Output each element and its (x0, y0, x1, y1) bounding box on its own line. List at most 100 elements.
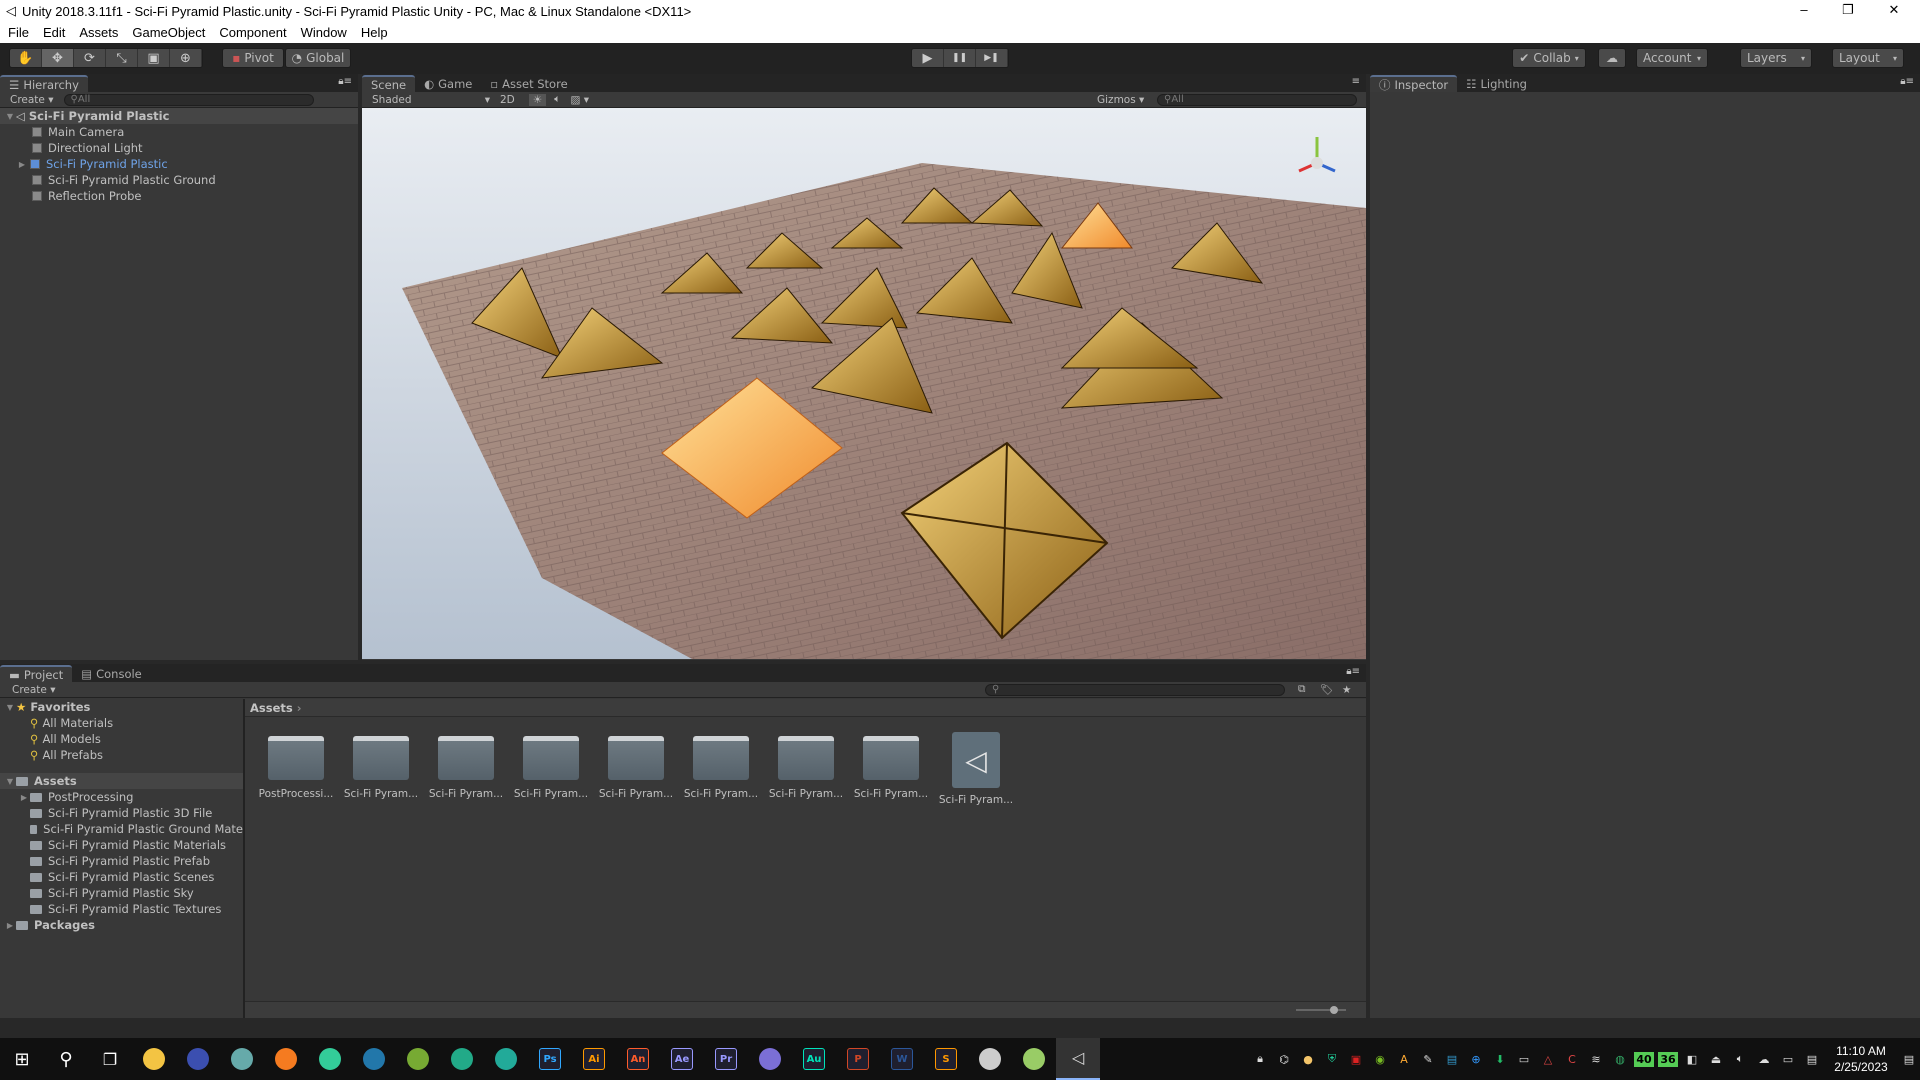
adobe-icon[interactable]: ▣ (1344, 1038, 1368, 1080)
asset-item[interactable]: Sci-Fi Pyram... (513, 736, 589, 800)
menu-help[interactable]: Help (361, 25, 388, 40)
app-icon[interactable]: ✎ (1416, 1038, 1440, 1080)
taskbar-app-illustrator[interactable]: Ai (572, 1038, 616, 1080)
collab-button[interactable]: ✔ Collab ▾ (1512, 48, 1586, 68)
menu-assets[interactable]: Assets (79, 25, 118, 40)
tab-hierarchy[interactable]: ☰ Hierarchy (0, 75, 88, 92)
download-icon[interactable]: ⬇ (1488, 1038, 1512, 1080)
rect-tool-icon[interactable]: ▣ (138, 49, 170, 67)
pause-button[interactable]: ❚❚ (944, 49, 976, 67)
onedrive-icon[interactable]: ☁ (1752, 1038, 1776, 1080)
scale-tool-icon[interactable]: ⤡ (106, 49, 138, 67)
favorite-star-icon[interactable]: ★ (1342, 684, 1351, 696)
expand-arrow-icon[interactable]: ▶ (16, 160, 28, 169)
ccleaner-icon[interactable]: C (1560, 1038, 1584, 1080)
taskbar-app-premiere[interactable]: Pr (704, 1038, 748, 1080)
shading-dropdown[interactable]: Shaded ▾ (372, 94, 490, 106)
create-dropdown[interactable]: Create ▾ (10, 94, 54, 106)
hand-tool-icon[interactable]: ✋ (10, 49, 42, 67)
project-search-input[interactable]: ⚲ (985, 683, 1285, 696)
app-icon[interactable]: ⊕ (1464, 1038, 1488, 1080)
menu-component[interactable]: Component (219, 25, 286, 40)
expand-arrow-icon[interactable]: ▶ (18, 793, 30, 802)
rotate-tool-icon[interactable]: ⟳ (74, 49, 106, 67)
expand-arrow-icon[interactable]: ▶ (4, 921, 16, 930)
taskbar-app-app[interactable] (352, 1038, 396, 1080)
weather-icon[interactable]: ● (1296, 1038, 1320, 1080)
folder-item[interactable]: Sci-Fi Pyramid Plastic 3D File (0, 805, 243, 821)
tab-game[interactable]: ◐ Game (415, 75, 481, 92)
favorite-item[interactable]: ⚲ All Models (0, 731, 243, 747)
taskbar-app-unity[interactable]: ◁ (1056, 1038, 1100, 1080)
folder-item[interactable]: Sci-Fi Pyramid Plastic Materials (0, 837, 243, 853)
scene-search-input[interactable]: ⚲All (1157, 93, 1357, 106)
create-dropdown[interactable]: Create ▾ (12, 684, 56, 696)
menu-edit[interactable]: Edit (43, 25, 65, 40)
asset-item[interactable]: Sci-Fi Pyram... (343, 736, 419, 800)
asset-item[interactable]: Sci-Fi Pyram... (428, 736, 504, 800)
gizmos-dropdown[interactable]: Gizmos ▾ (1097, 94, 1144, 106)
tab-lighting[interactable]: ☷ Lighting (1457, 75, 1536, 92)
scene-root[interactable]: ▼ ◁ Sci-Fi Pyramid Plastic (0, 108, 358, 124)
folder-item[interactable]: Sci-Fi Pyramid Plastic Scenes (0, 869, 243, 885)
favorites-header[interactable]: ▼ ★ Favorites (0, 699, 243, 715)
favorite-item[interactable]: ⚲ All Prefabs (0, 747, 243, 763)
hierarchy-search-input[interactable]: ⚲All (63, 93, 314, 106)
asset-item[interactable]: ◁ Sci-Fi Pyram... (938, 732, 1014, 806)
transform-tool-icon[interactable]: ⊕ (170, 49, 202, 67)
usb-icon[interactable]: ⏏ (1704, 1038, 1728, 1080)
tab-project[interactable]: ▬ Project (0, 665, 73, 682)
asset-item[interactable]: PostProcessi... (258, 736, 334, 800)
2d-toggle[interactable]: 2D (500, 94, 515, 106)
notifications-icon[interactable]: ▤ (1898, 1038, 1920, 1080)
wifi-icon[interactable]: ≋ (1584, 1038, 1608, 1080)
hierarchy-item-selected[interactable]: ▶ Sci-Fi Pyramid Plastic (0, 156, 358, 172)
taskbar-app-after-effects[interactable]: Ae (660, 1038, 704, 1080)
hierarchy-item[interactable]: Sci-Fi Pyramid Plastic Ground (0, 172, 358, 188)
lock-menu-icon[interactable]: 🔒︎≡ (1900, 76, 1914, 87)
asset-item[interactable]: Sci-Fi Pyram... (768, 736, 844, 800)
panel-menu-icon[interactable]: ≡ (1352, 76, 1360, 87)
taskbar-app-audition[interactable]: Au (792, 1038, 836, 1080)
layers-dropdown[interactable]: Layers ▾ (1740, 48, 1812, 68)
audio-toggle-icon[interactable]: 🔈︎ (554, 93, 560, 106)
effects-toggle-icon[interactable]: ▨ ▾ (571, 94, 590, 106)
pivot-toggle[interactable]: ▪ Pivot (222, 48, 284, 68)
expand-arrow-icon[interactable]: ▼ (4, 112, 16, 121)
scene-viewport[interactable] (362, 108, 1366, 659)
asset-item[interactable]: Sci-Fi Pyram... (683, 736, 759, 800)
taskbar-app-file-explorer[interactable] (132, 1038, 176, 1080)
packages-header[interactable]: ▶ Packages (0, 917, 243, 933)
folder-item[interactable]: Sci-Fi Pyramid Plastic Ground Mate (0, 821, 243, 837)
taskbar-app-word[interactable]: W (880, 1038, 924, 1080)
hierarchy-item[interactable]: Directional Light (0, 140, 358, 156)
cpu-temp-badge[interactable]: 40 (1632, 1038, 1656, 1080)
step-button[interactable]: ▶❚ (976, 49, 1008, 67)
folder-item[interactable]: Sci-Fi Pyramid Plastic Prefab (0, 853, 243, 869)
folder-item[interactable]: Sci-Fi Pyramid Plastic Textures (0, 901, 243, 917)
asset-item[interactable]: Sci-Fi Pyram... (853, 736, 929, 800)
cloud-button[interactable]: ☁ (1598, 48, 1626, 68)
filter-label-icon[interactable]: 🏷︎ (1320, 683, 1333, 696)
icon-size-slider[interactable] (1296, 1006, 1346, 1014)
nvidia-icon[interactable]: ◉ (1368, 1038, 1392, 1080)
menu-gameobject[interactable]: GameObject (132, 25, 205, 40)
menu-file[interactable]: File (8, 25, 29, 40)
taskbar-app-animate[interactable]: An (616, 1038, 660, 1080)
assets-header[interactable]: ▼ Assets (0, 773, 243, 789)
taskbar-app-app[interactable] (220, 1038, 264, 1080)
app-icon[interactable]: ▤ (1440, 1038, 1464, 1080)
expand-arrow-icon[interactable]: ▼ (4, 703, 16, 712)
hotspot-icon[interactable]: ⌬ (1272, 1038, 1296, 1080)
maximize-button[interactable]: ❐ (1826, 0, 1870, 22)
menu-window[interactable]: Window (301, 25, 347, 40)
taskbar-app-powerpoint[interactable]: P (836, 1038, 880, 1080)
clock[interactable]: 11:10 AM 2/25/2023 (1824, 1043, 1898, 1075)
minimize-button[interactable]: – (1782, 0, 1826, 22)
play-button[interactable]: ▶ (912, 49, 944, 67)
taskbar-app-app[interactable] (748, 1038, 792, 1080)
lock-icon[interactable]: 🔒︎ (1248, 1038, 1272, 1080)
tab-inspector[interactable]: ⓘ Inspector (1370, 75, 1458, 92)
taskbar-app-app[interactable] (1012, 1038, 1056, 1080)
breadcrumb-assets[interactable]: Assets (250, 701, 293, 715)
